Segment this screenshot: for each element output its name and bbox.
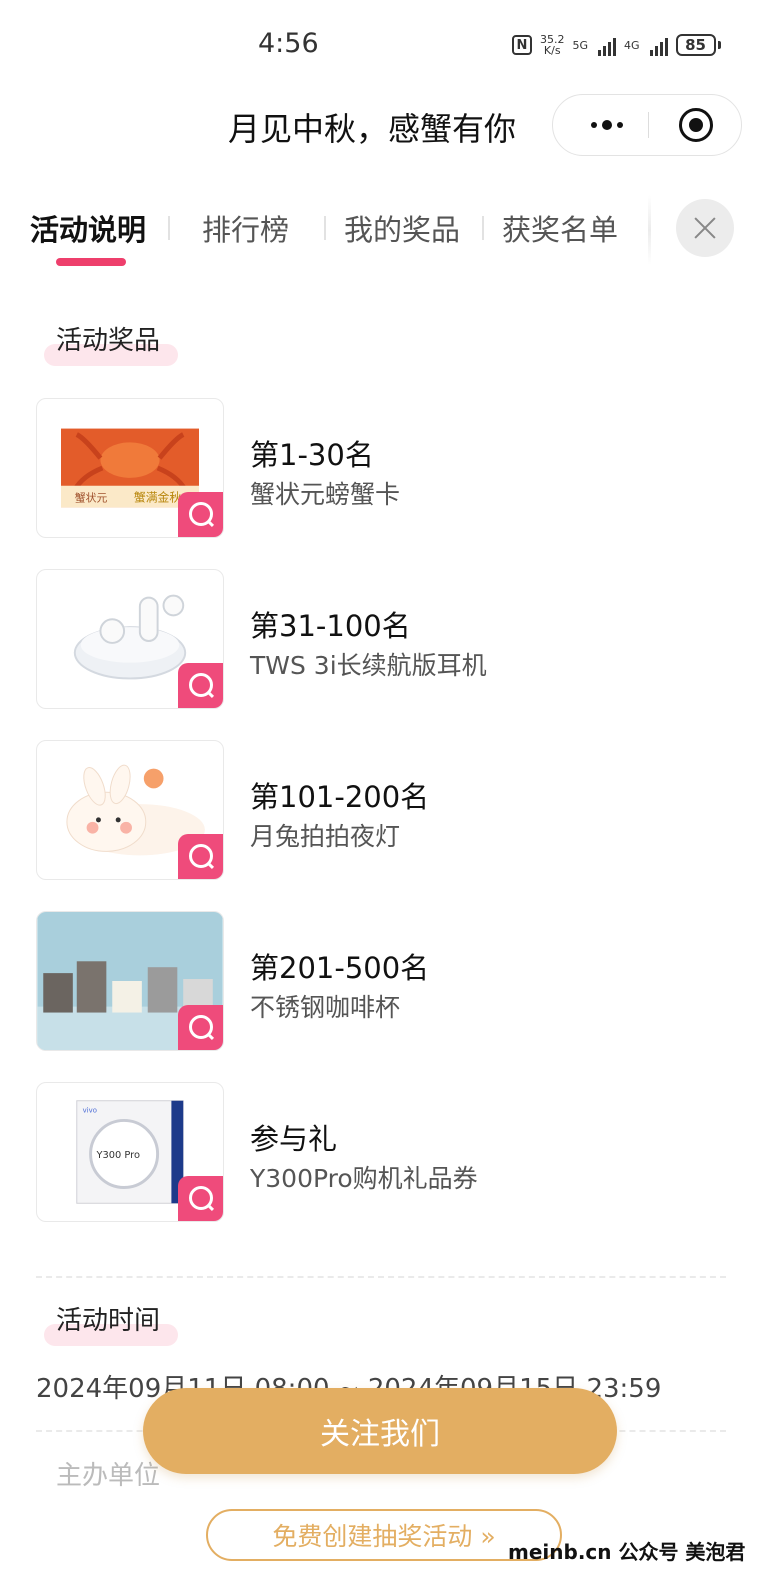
prize-rank: 第1-30名	[250, 438, 374, 472]
tab-activity-info[interactable]: 活动说明	[30, 207, 146, 249]
capsule-divider	[648, 112, 649, 138]
zoom-icon[interactable]	[178, 663, 223, 708]
network-speed: 35.2 K/s	[540, 34, 565, 56]
active-tab-indicator	[56, 258, 126, 266]
follow-us-button[interactable]: 关注我们	[143, 1388, 617, 1474]
zoom-icon[interactable]	[178, 1005, 223, 1050]
net-label-5g: 5G	[572, 38, 589, 52]
net-label-4g: 4G	[624, 38, 640, 52]
prize-name: 蟹状元螃蟹卡	[250, 480, 401, 509]
section-divider	[36, 1276, 726, 1278]
tab-divider	[324, 216, 326, 240]
tab-my-prizes[interactable]: 我的奖品	[344, 207, 460, 249]
tab-divider	[482, 216, 484, 240]
battery-tip	[717, 41, 721, 49]
prize-image-card[interactable]	[36, 911, 224, 1051]
close-miniprogram-icon[interactable]	[679, 108, 713, 142]
prize-image-card[interactable]	[36, 740, 224, 880]
prize-name: 不锈钢咖啡杯	[250, 993, 401, 1022]
crab-slogan-text: 蟹满金秋	[134, 491, 181, 505]
battery-icon: 85	[675, 34, 716, 56]
time-section-title: 活动时间	[56, 1306, 161, 1336]
organizer-label: 主办单位	[56, 1461, 161, 1491]
more-options-icon[interactable]	[579, 95, 635, 155]
zoom-icon[interactable]	[178, 492, 223, 537]
watermark: meinb.cn 公众号 美泡君	[508, 1540, 746, 1564]
tab-winners[interactable]: 获奖名单	[502, 207, 618, 249]
signal-5g-icon	[598, 34, 617, 56]
tab-leaderboard[interactable]: 排行榜	[202, 207, 289, 249]
box-brand-text: vivo	[83, 1107, 97, 1115]
prize-rank: 第101-200名	[250, 780, 430, 814]
box-model-text: Y300 Pro	[95, 1150, 140, 1161]
prize-name: TWS 3i长续航版耳机	[250, 651, 487, 680]
page-title: 月见中秋，感蟹有你	[228, 110, 517, 148]
prize-image-card[interactable]: Y300 Pro vivo	[36, 1082, 224, 1222]
prize-name: 月兔拍拍夜灯	[250, 822, 401, 851]
crab-brand-text: 蟹状元	[75, 491, 108, 505]
prize-rank: 第31-100名	[250, 609, 411, 643]
close-button[interactable]	[676, 199, 734, 257]
zoom-icon[interactable]	[178, 834, 223, 879]
prize-section-title: 活动奖品	[56, 326, 161, 356]
prize-name: Y300Pro购机礼品券	[250, 1164, 478, 1193]
prize-rank: 参与礼	[250, 1122, 338, 1156]
status-time: 4:56	[258, 28, 319, 59]
miniprogram-capsule	[552, 94, 742, 156]
signal-4g-icon	[649, 34, 668, 56]
prize-rank: 第201-500名	[250, 951, 430, 985]
tab-divider	[168, 216, 170, 240]
prize-image-card[interactable]: 蟹状元 蟹满金秋	[36, 398, 224, 538]
tab-fade	[648, 195, 651, 265]
nfc-icon: N	[512, 35, 532, 55]
status-icons: N 35.2 K/s 5G 4G 85	[512, 30, 721, 60]
prize-image-card[interactable]	[36, 569, 224, 709]
zoom-icon[interactable]	[178, 1176, 223, 1221]
speed-unit: K/s	[543, 44, 561, 57]
